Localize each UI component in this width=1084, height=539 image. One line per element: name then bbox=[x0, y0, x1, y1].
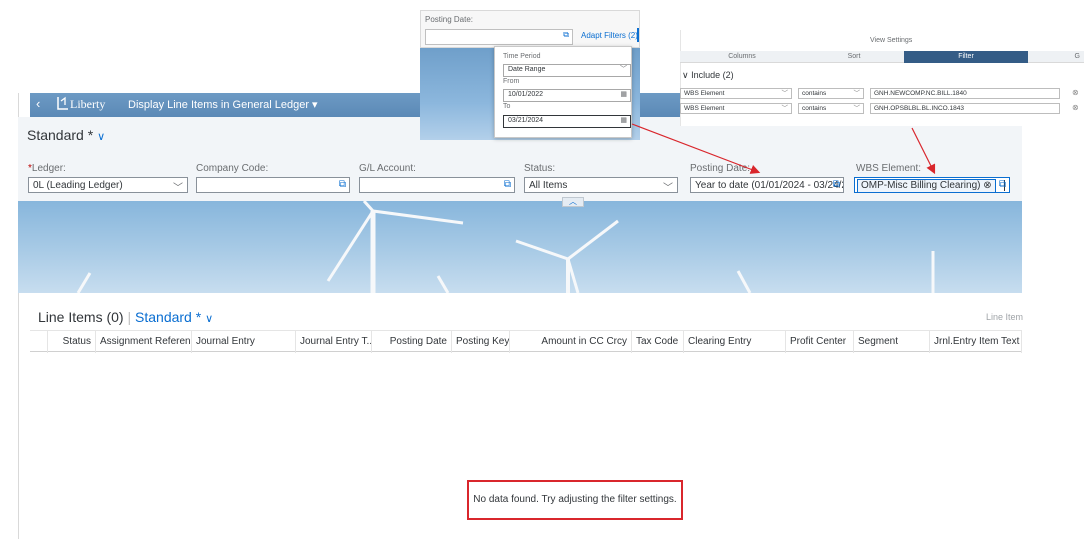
arrow-to-posting-date bbox=[631, 123, 761, 174]
arrow-to-wbs-element bbox=[911, 127, 936, 175]
annotation-arrows bbox=[631, 123, 936, 175]
